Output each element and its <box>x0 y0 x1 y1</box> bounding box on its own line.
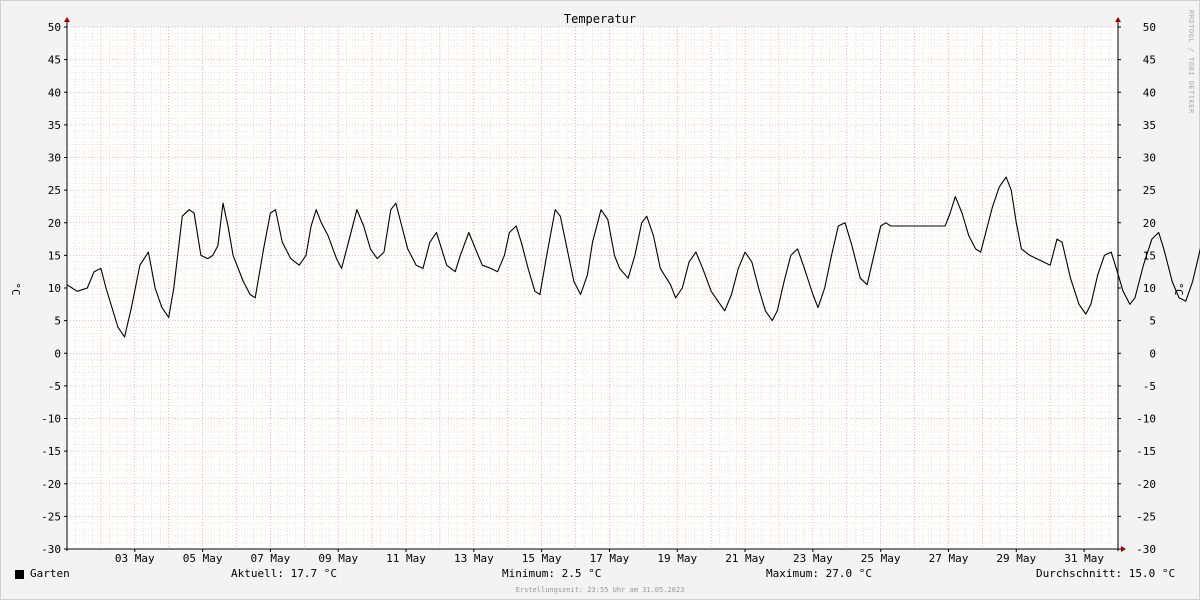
y-tick-label-left: 5 <box>54 315 61 328</box>
x-tick-label: 11 May <box>386 552 426 565</box>
watermark: RRDTOOL / TOBI OETIKER <box>1187 10 1195 114</box>
y-tick-label-left: -30 <box>41 543 61 556</box>
x-axis-ticks: 03 May 05 May 07 May 09 May 11 May 13 May 15 M… <box>115 549 1104 565</box>
y-tick-label-left: 10 <box>48 282 61 295</box>
creation-timestamp: Erstellungszeit: 23:55 Uhr am 31.05.2023 <box>515 586 685 594</box>
y-tick-label-right: 25 <box>1143 184 1156 197</box>
y-tick-label-right: -20 <box>1136 478 1156 491</box>
x-tick-label: 21 May <box>725 552 765 565</box>
y-tick-label-right: 30 <box>1143 152 1156 165</box>
x-tick-label: 19 May <box>657 552 697 565</box>
y-tick-label-left: -5 <box>48 380 61 393</box>
y-tick-label-left: 45 <box>48 54 61 67</box>
y-tick-label-right: 20 <box>1143 217 1156 230</box>
x-tick-label: 31 May <box>1064 552 1104 565</box>
x-axis-arrow <box>1121 546 1126 552</box>
y-tick-label-left: 0 <box>54 347 61 360</box>
y-tick-label-right: -30 <box>1136 543 1156 556</box>
stat-maximum: Maximum: 27.0 °C <box>766 567 872 580</box>
x-tick-label: 27 May <box>929 552 969 565</box>
temperature-chart: -30-25-20-15-10-505101520253035404550 -3… <box>9 12 1200 565</box>
y-axis-label-right: °C <box>1172 282 1185 295</box>
y-tick-label-right: -15 <box>1136 445 1156 458</box>
y-tick-label-left: 25 <box>48 184 61 197</box>
stat-average: Durchschnitt: 15.0 °C <box>1036 567 1176 580</box>
x-tick-label: 25 May <box>861 552 901 565</box>
y-tick-label-left: -15 <box>41 445 61 458</box>
stat-minimum: Minimum: 2.5 °C <box>502 567 602 580</box>
x-tick-label: 07 May <box>251 552 291 565</box>
y-axis-left-arrow <box>64 17 70 22</box>
y-tick-label-left: -25 <box>41 510 61 523</box>
y-tick-label-left: 40 <box>48 86 61 99</box>
y-axis-label-left: °C <box>9 282 22 295</box>
x-tick-label: 29 May <box>996 552 1036 565</box>
legend-label-garten: Garten <box>30 567 70 580</box>
legend-swatch-garten <box>15 570 24 579</box>
x-tick-label: 17 May <box>590 552 630 565</box>
y-tick-label-right: 5 <box>1149 315 1156 328</box>
y-tick-label-right: 0 <box>1149 347 1156 360</box>
x-tick-label: 05 May <box>183 552 223 565</box>
y-tick-label-right: -10 <box>1136 413 1156 426</box>
y-tick-label-left: -20 <box>41 478 61 491</box>
x-tick-label: 09 May <box>318 552 358 565</box>
x-tick-label: 23 May <box>793 552 833 565</box>
x-tick-label: 03 May <box>115 552 155 565</box>
y-axis-right-arrow <box>1115 17 1121 22</box>
x-tick-label: 15 May <box>522 552 562 565</box>
y-tick-label-right: 45 <box>1143 54 1156 67</box>
y-tick-label-right: -5 <box>1143 380 1156 393</box>
x-tick-label: 13 May <box>454 552 494 565</box>
y-tick-label-right: 50 <box>1143 21 1156 34</box>
y-tick-label-left: -10 <box>41 413 61 426</box>
y-tick-label-left: 15 <box>48 249 61 262</box>
y-tick-label-left: 20 <box>48 217 61 230</box>
y-tick-label-right: 10 <box>1143 282 1156 295</box>
y-tick-label-left: 35 <box>48 119 61 132</box>
y-tick-label-right: 35 <box>1143 119 1156 132</box>
y-tick-label-right: -25 <box>1136 510 1156 523</box>
y-tick-label-left: 30 <box>48 152 61 165</box>
y-axis-left-ticks: -30 -25 -20 -15 -10 -5 0 5 10 15 20 25 30 35 40 45 50 <box>41 21 67 556</box>
y-tick-label-right: 40 <box>1143 86 1156 99</box>
y-tick-label-left: 50 <box>48 21 61 34</box>
chart-title: Temperatur <box>564 12 636 26</box>
stat-current: Aktuell: 17.7 °C <box>231 567 337 580</box>
